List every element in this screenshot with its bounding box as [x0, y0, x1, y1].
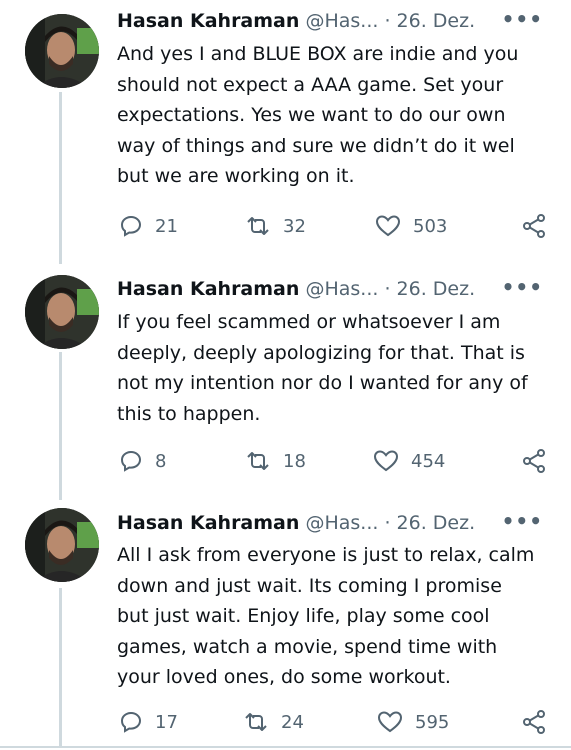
like-button[interactable]: 454: [373, 446, 445, 476]
share-button[interactable]: [521, 446, 547, 476]
tweet[interactable]: Hasan Kahraman @Has... · 26. Dez. ••• If…: [0, 265, 571, 500]
tweet-date[interactable]: 26. Dez.: [397, 278, 476, 300]
retweet-button[interactable]: 32: [245, 211, 306, 241]
reply-icon: [120, 215, 142, 237]
retweet-icon: [247, 217, 269, 235]
tweet[interactable]: Hasan Kahraman @Has... · 26. Dez. ••• An…: [0, 0, 571, 260]
reply-button[interactable]: 21: [119, 211, 178, 241]
tweet-text: If you feel scammed or whatsoever I am d…: [117, 311, 528, 425]
retweet-icon: [245, 713, 267, 731]
reply-button[interactable]: 8: [119, 446, 166, 476]
author-handle[interactable]: @Has...: [305, 278, 378, 300]
tweet-actions: 17 24 595: [117, 707, 557, 737]
avatar[interactable]: [25, 14, 99, 88]
tweet-text: And yes I and BLUE BOX are indie and you…: [117, 43, 519, 187]
author-name[interactable]: Hasan Kahraman: [117, 10, 299, 32]
share-icon: [523, 449, 545, 473]
reply-button[interactable]: 17: [119, 707, 178, 737]
tweet-date[interactable]: 26. Dez.: [397, 512, 476, 534]
tweet-header: Hasan Kahraman @Has... · 26. Dez. •••: [117, 509, 553, 537]
tweet-actions: 8 18 454: [117, 446, 557, 476]
more-horizontal-icon[interactable]: •••: [502, 507, 543, 535]
retweet-button[interactable]: 18: [245, 446, 306, 476]
tweet-actions: 21 32 503: [117, 211, 557, 241]
reply-icon: [120, 450, 142, 472]
separator: ·: [384, 512, 391, 534]
more-horizontal-icon[interactable]: •••: [502, 5, 543, 33]
separator: ·: [384, 278, 391, 300]
like-count: 454: [411, 450, 446, 472]
like-button[interactable]: 595: [377, 707, 449, 737]
author-handle[interactable]: @Has...: [305, 512, 378, 534]
share-icon: [523, 214, 545, 238]
share-icon: [523, 710, 545, 734]
share-button[interactable]: [521, 211, 547, 241]
heart-icon: [377, 711, 403, 733]
bottom-divider: [0, 746, 571, 748]
reply-count: 21: [155, 215, 178, 237]
retweet-icon: [247, 452, 269, 470]
retweet-count: 18: [283, 450, 306, 472]
heart-icon: [375, 215, 401, 237]
share-button[interactable]: [521, 707, 547, 737]
author-name[interactable]: Hasan Kahraman: [117, 512, 299, 534]
separator: ·: [384, 10, 391, 32]
tweet-text: All I ask from everyone is just to relax…: [117, 544, 535, 688]
author-handle[interactable]: @Has...: [305, 10, 378, 32]
retweet-count: 32: [283, 215, 306, 237]
like-count: 595: [415, 711, 450, 733]
like-count: 503: [413, 215, 448, 237]
avatar[interactable]: [25, 275, 99, 349]
tweet-date[interactable]: 26. Dez.: [397, 10, 476, 32]
avatar[interactable]: [25, 508, 99, 582]
heart-icon: [373, 450, 399, 472]
more-horizontal-icon[interactable]: •••: [502, 273, 543, 301]
retweet-button[interactable]: 24: [243, 707, 304, 737]
reply-icon: [120, 711, 142, 733]
tweet-header: Hasan Kahraman @Has... · 26. Dez. •••: [117, 7, 553, 35]
reply-count: 8: [155, 450, 167, 472]
reply-count: 17: [155, 711, 178, 733]
author-name[interactable]: Hasan Kahraman: [117, 278, 299, 300]
retweet-count: 24: [281, 711, 304, 733]
tweet[interactable]: Hasan Kahraman @Has... · 26. Dez. ••• Al…: [0, 500, 571, 750]
like-button[interactable]: 503: [375, 211, 447, 241]
tweet-header: Hasan Kahraman @Has... · 26. Dez. •••: [117, 275, 553, 303]
